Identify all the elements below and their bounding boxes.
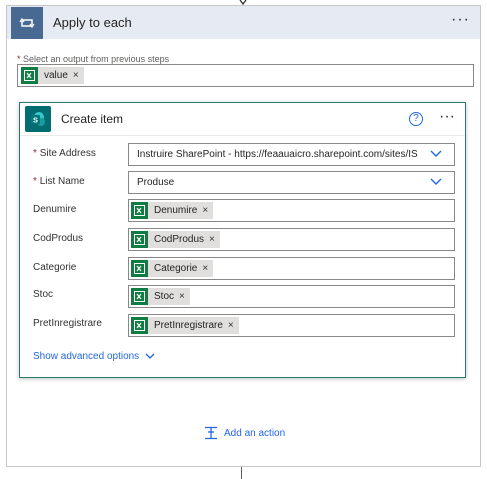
connector-line: [241, 467, 242, 479]
action-more-options-button[interactable]: ···: [439, 109, 455, 125]
select-output-input[interactable]: value ×: [17, 64, 474, 87]
codprodus-token-label: CodProdus: [154, 234, 205, 245]
pretinregistrare-token[interactable]: PretInregistrare ×: [131, 317, 239, 334]
create-item-header[interactable]: S Create item ? ···: [20, 103, 465, 136]
list-name-label-text: List Name: [39, 176, 85, 187]
remove-token-button[interactable]: ×: [179, 291, 185, 302]
remove-token-button[interactable]: ×: [73, 70, 79, 81]
denumire-token[interactable]: Denumire ×: [131, 202, 214, 219]
loop-more-options-button[interactable]: ···: [451, 12, 470, 28]
site-address-label: * Site Address: [33, 148, 96, 159]
excel-icon: [131, 317, 148, 334]
excel-icon: [131, 231, 148, 248]
loop-icon: [11, 6, 43, 39]
denumire-label: Denumire: [33, 204, 77, 215]
codprodus-token[interactable]: CodProdus ×: [131, 231, 220, 248]
remove-token-button[interactable]: ×: [202, 263, 208, 274]
pretinregistrare-input[interactable]: PretInregistrare ×: [128, 314, 455, 337]
list-name-value: Produse: [137, 177, 175, 188]
value-token-label: value: [44, 70, 68, 81]
show-advanced-options-label: Show advanced options: [33, 351, 140, 362]
add-action-button[interactable]: Add an action: [204, 426, 285, 440]
required-mark: *: [17, 54, 21, 64]
excel-icon: [21, 67, 38, 84]
categorie-token[interactable]: Categorie ×: [131, 260, 214, 277]
stoc-input[interactable]: Stoc ×: [128, 285, 455, 308]
chevron-down-icon: [430, 178, 442, 185]
value-token[interactable]: value ×: [21, 67, 84, 84]
create-item-card: S Create item ? ··· * Site Address Instr…: [19, 102, 466, 378]
denumire-input[interactable]: Denumire ×: [128, 199, 455, 222]
required-mark: *: [33, 148, 37, 159]
site-address-value: Instruire SharePoint - https://feaauaicr…: [137, 149, 418, 160]
show-advanced-options-link[interactable]: Show advanced options: [33, 351, 155, 362]
excel-icon: [131, 260, 148, 277]
codprodus-label: CodProdus: [33, 233, 84, 244]
site-address-dropdown[interactable]: Instruire SharePoint - https://feaauaicr…: [128, 143, 455, 166]
pretinregistrare-label: PretInregistrare: [33, 318, 102, 329]
required-mark: *: [33, 176, 37, 187]
sharepoint-icon: S: [25, 106, 51, 132]
add-action-label: Add an action: [224, 427, 286, 439]
stoc-label: Stoc: [33, 289, 54, 300]
stoc-token-label: Stoc: [154, 291, 175, 302]
select-output-label-text: Select an output from previous steps: [23, 54, 170, 64]
remove-token-button[interactable]: ×: [209, 234, 215, 245]
chevron-down-icon: [430, 150, 442, 157]
apply-to-each-title: Apply to each: [53, 15, 132, 30]
stoc-token[interactable]: Stoc ×: [131, 288, 190, 305]
chevron-down-icon: [145, 353, 155, 359]
pretinregistrare-token-label: PretInregistrare: [154, 320, 223, 331]
categorie-label: Categorie: [33, 262, 77, 273]
categorie-input[interactable]: Categorie ×: [128, 257, 455, 280]
apply-to-each-container: Apply to each ··· * Select an output fro…: [6, 5, 481, 467]
excel-icon: [131, 288, 148, 305]
remove-token-button[interactable]: ×: [228, 320, 234, 331]
help-icon[interactable]: ?: [409, 112, 423, 126]
codprodus-input[interactable]: CodProdus ×: [128, 228, 455, 251]
categorie-token-label: Categorie: [154, 263, 198, 274]
site-address-label-text: Site Address: [39, 148, 96, 159]
svg-text:S: S: [33, 115, 38, 124]
apply-to-each-header[interactable]: Apply to each ···: [7, 6, 480, 39]
remove-token-button[interactable]: ×: [202, 205, 208, 216]
add-action-icon: [205, 426, 217, 440]
select-output-label: * Select an output from previous steps: [17, 54, 169, 64]
list-name-label: * List Name: [33, 176, 85, 187]
denumire-token-label: Denumire: [154, 205, 198, 216]
list-name-dropdown[interactable]: Produse: [128, 171, 455, 194]
excel-icon: [131, 202, 148, 219]
create-item-title: Create item: [61, 112, 124, 126]
